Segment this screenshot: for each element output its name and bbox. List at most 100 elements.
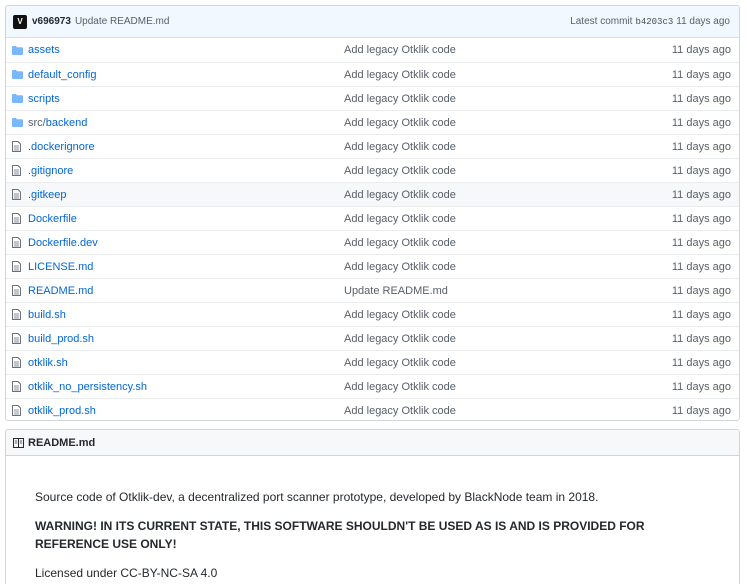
file-commit-link[interactable]: Add legacy Otklik code (344, 405, 456, 417)
commit-sha-link[interactable]: b4203c3 (635, 17, 673, 27)
file-row[interactable]: build.sh Add legacy Otklik code 11 days ag… (6, 302, 739, 326)
file-row[interactable]: LICENSE.md Add legacy Otklik code 11 days … (6, 254, 739, 278)
file-name-link[interactable]: build_prod.sh (28, 333, 94, 345)
file-name-link[interactable]: build.sh (28, 309, 66, 321)
commit-message-cell: Add legacy Otklik code (344, 405, 644, 417)
file-row[interactable]: assets Add legacy Otklik code 11 days ago (6, 38, 739, 62)
file-name-link[interactable]: Dockerfile (28, 213, 77, 225)
file-commit-link[interactable]: Add legacy Otklik code (344, 261, 456, 273)
file-name-link[interactable]: LICENSE.md (28, 261, 93, 273)
file-commit-link[interactable]: Add legacy Otklik code (344, 189, 456, 201)
commit-author-link[interactable]: v696973 (32, 16, 71, 27)
file-name-cell: assets (28, 44, 344, 56)
file-commit-link[interactable]: Add legacy Otklik code (344, 381, 456, 393)
commit-message-cell: Add legacy Otklik code (344, 261, 644, 273)
readme-content: Source code of Otklik-dev, a decentraliz… (6, 456, 739, 582)
commit-message-cell: Add legacy Otklik code (344, 117, 644, 129)
file-name-link[interactable]: .dockerignore (28, 141, 95, 153)
file-row[interactable]: otklik_no_persistency.sh Add legacy Otkli… (6, 374, 739, 398)
folder-icon (6, 118, 28, 127)
file-row[interactable]: .dockerignore Add legacy Otklik code 11 da… (6, 134, 739, 158)
file-commit-link[interactable]: Add legacy Otklik code (344, 141, 456, 153)
file-row[interactable]: Dockerfile.dev Add legacy Otklik code 11 d… (6, 230, 739, 254)
file-commit-link[interactable]: Add legacy Otklik code (344, 237, 456, 249)
file-name-cell: README.md (28, 285, 344, 297)
file-row[interactable]: Dockerfile Add legacy Otklik code 11 days … (6, 206, 739, 230)
file-name-cell: .gitkeep (28, 189, 344, 201)
file-name-cell: build_prod.sh (28, 333, 344, 345)
file-name-cell: otklik.sh (28, 357, 344, 369)
file-name-link[interactable]: otklik_prod.sh (28, 405, 96, 417)
file-commit-link[interactable]: Update README.md (344, 285, 448, 297)
file-commit-link[interactable]: Add legacy Otklik code (344, 333, 456, 345)
file-age: 11 days ago (671, 380, 731, 393)
file-age: 11 days ago (671, 44, 731, 56)
file-name-cell: LICENSE.md (28, 261, 344, 273)
file-icon (6, 261, 28, 272)
file-age: 11 days ago (671, 164, 731, 177)
file-name-link[interactable]: README.md (28, 285, 93, 297)
file-commit-link[interactable]: Add legacy Otklik code (344, 309, 456, 321)
file-age: 11 days ago (671, 116, 731, 129)
file-row[interactable]: default_config Add legacy Otklik code 11 d… (6, 62, 739, 86)
file-browser: V v696973 Update README.md Latest commit… (5, 5, 740, 421)
file-name-link[interactable]: .gitignore (28, 165, 73, 177)
file-row[interactable]: .gitkeep Add legacy Otklik code 11 days ag… (6, 182, 739, 206)
readme-panel: README.md Source code of Otklik-dev, a d… (5, 429, 740, 584)
commit-message-cell: Add legacy Otklik code (344, 44, 644, 56)
file-commit-link[interactable]: Add legacy Otklik code (344, 213, 456, 225)
file-row[interactable]: scripts Add legacy Otklik code 11 days ago (6, 86, 739, 110)
file-age: 11 days ago (671, 140, 731, 153)
file-icon (6, 237, 28, 248)
commit-message-cell: Add legacy Otklik code (344, 381, 644, 393)
commit-message-cell: Add legacy Otklik code (344, 165, 644, 177)
file-commit-link[interactable]: Add legacy Otklik code (344, 165, 456, 177)
file-name-cell: .dockerignore (28, 141, 344, 153)
file-name-link[interactable]: scripts (28, 93, 60, 105)
commit-message-cell: Add legacy Otklik code (344, 309, 644, 321)
latest-commit-bar: V v696973 Update README.md Latest commit… (6, 6, 739, 38)
file-icon (6, 285, 28, 296)
file-icon (6, 309, 28, 320)
file-commit-link[interactable]: Add legacy Otklik code (344, 93, 456, 105)
file-name-link[interactable]: default_config (28, 69, 97, 81)
file-name-link[interactable]: otklik.sh (28, 357, 68, 369)
readme-license: Licensed under CC-BY-NC-SA 4.0 (35, 566, 218, 580)
file-row[interactable]: README.md Update README.md 11 days ago (6, 278, 739, 302)
author-avatar[interactable]: V (13, 14, 27, 29)
file-name-link[interactable]: Dockerfile.dev (28, 237, 98, 249)
file-name-cell: Dockerfile.dev (28, 237, 344, 249)
file-commit-link[interactable]: Add legacy Otklik code (344, 357, 456, 369)
file-age: 11 days ago (671, 260, 731, 273)
file-row[interactable]: src/backend Add legacy Otklik code 11 days… (6, 110, 739, 134)
file-age: 11 days ago (671, 284, 731, 297)
file-icon (6, 141, 28, 152)
file-row[interactable]: otklik_prod.sh Add legacy Otklik code 11 d… (6, 398, 739, 420)
commit-message-cell: Add legacy Otklik code (344, 93, 644, 105)
path-prefix: src/ (28, 116, 46, 129)
file-name-cell: .gitignore (28, 165, 344, 177)
commit-age: 11 days ago (676, 16, 730, 27)
folder-icon (6, 70, 28, 79)
commit-message-link[interactable]: Update README.md (75, 16, 169, 27)
book-icon (13, 437, 24, 448)
file-name-link[interactable]: assets (28, 44, 60, 56)
folder-icon (6, 94, 28, 103)
file-age: 11 days ago (671, 236, 731, 249)
file-name-link[interactable]: backend (46, 117, 88, 129)
file-age: 11 days ago (671, 212, 731, 225)
file-commit-link[interactable]: Add legacy Otklik code (344, 44, 456, 56)
file-name-link[interactable]: .gitkeep (28, 189, 67, 201)
readme-description: Source code of Otklik-dev, a decentraliz… (35, 490, 599, 504)
file-age: 11 days ago (671, 404, 731, 417)
file-name-link[interactable]: otklik_no_persistency.sh (28, 381, 147, 393)
file-age: 11 days ago (671, 356, 731, 369)
file-row[interactable]: .gitignore Add legacy Otklik code 11 days … (6, 158, 739, 182)
file-row[interactable]: build_prod.sh Add legacy Otklik code 11 da… (6, 326, 739, 350)
file-row[interactable]: otklik.sh Add legacy Otklik code 11 days a… (6, 350, 739, 374)
commit-message-cell: Add legacy Otklik code (344, 333, 644, 345)
file-commit-link[interactable]: Add legacy Otklik code (344, 117, 456, 129)
file-name-cell: src/backend (28, 117, 344, 129)
folder-icon (6, 45, 28, 55)
file-commit-link[interactable]: Add legacy Otklik code (344, 69, 456, 81)
